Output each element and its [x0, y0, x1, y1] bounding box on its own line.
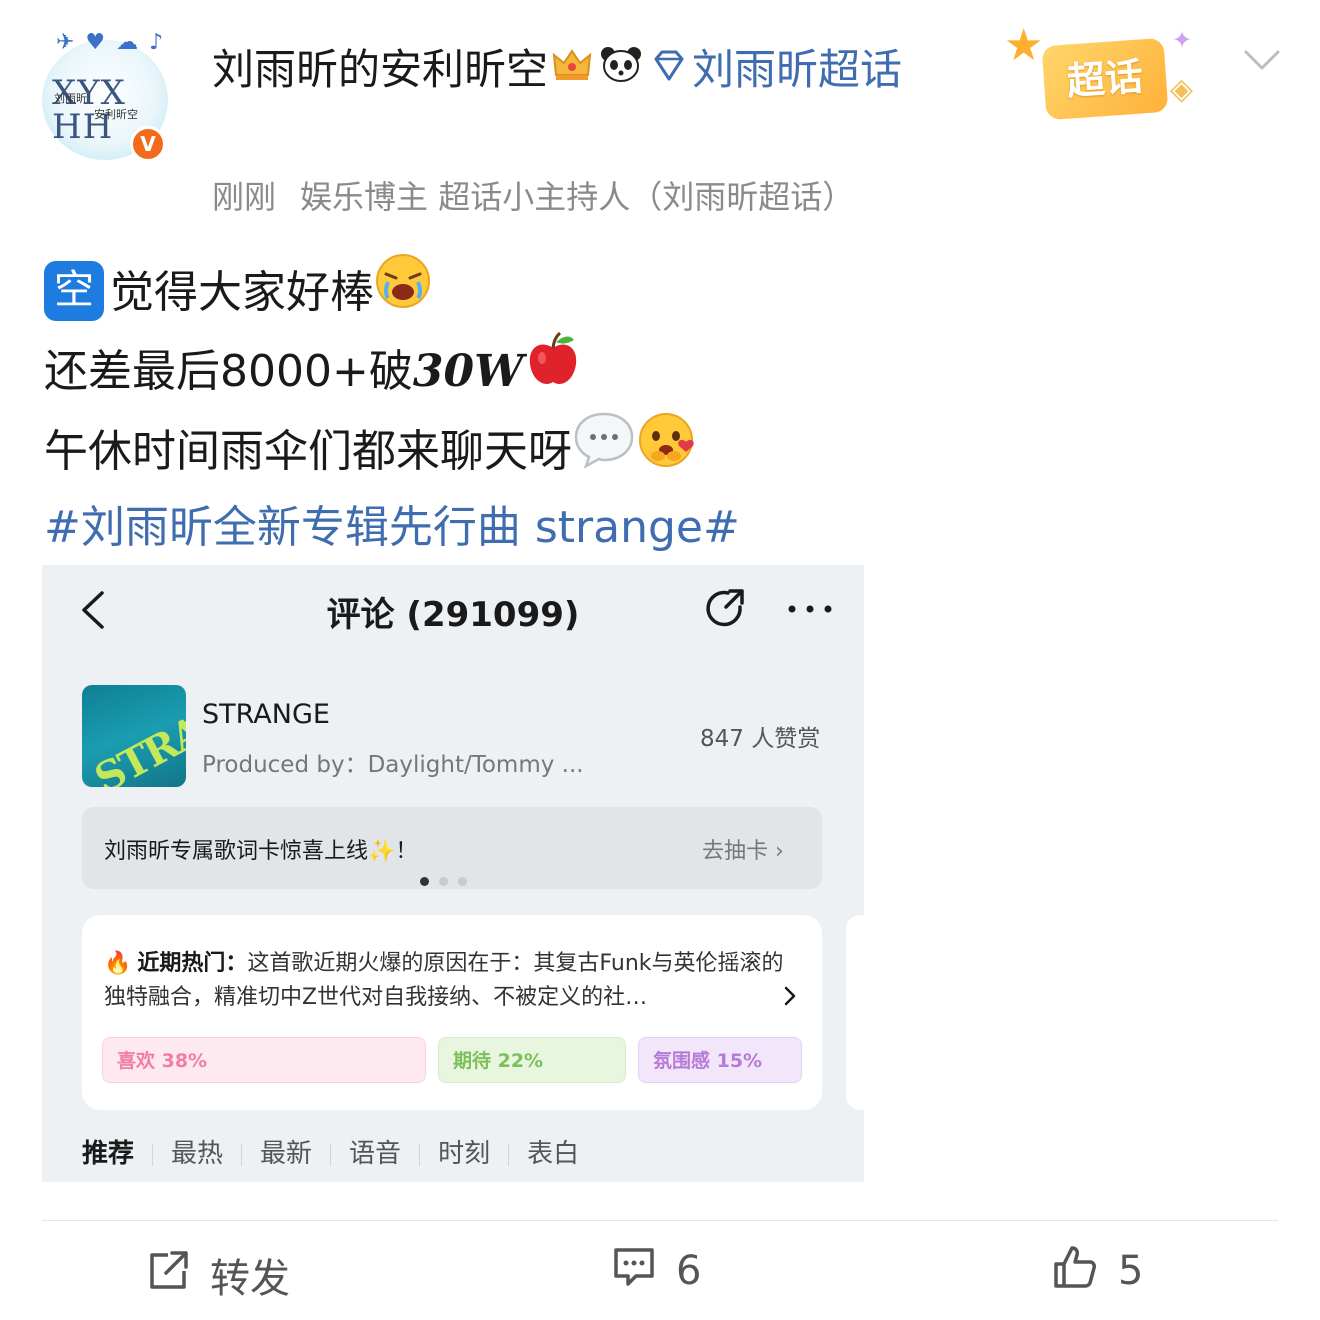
next-card-peek: [846, 915, 864, 1110]
verified-badge-icon: V: [130, 126, 166, 162]
diamond-icon: [650, 41, 688, 105]
like-count: 5: [1118, 1248, 1144, 1294]
avatar-text-sub2: 安利昕空: [94, 108, 138, 121]
carousel-dot: [420, 877, 429, 886]
avatar-decoration: ✈ ♥ ☁ ♪: [56, 30, 166, 55]
sparkle-icon: ✦: [1172, 26, 1193, 54]
comment-icon: [614, 1248, 654, 1286]
carousel-dot: [439, 877, 448, 886]
comment-tab: 语音: [349, 1139, 402, 1169]
hashtag-link[interactable]: #刘雨昕全新专辑先行曲 strange#: [44, 494, 1284, 562]
draw-card-link: 去抽卡 ›: [702, 839, 784, 864]
banner-text-line: 刘雨昕专属歌词卡惊喜上线✨！: [104, 833, 417, 865]
share-icon: [706, 589, 744, 627]
tab-separator: [419, 1143, 421, 1166]
carousel-dot: [458, 877, 467, 886]
carousel-dots: [420, 871, 477, 886]
comment-tab: 最热: [171, 1139, 224, 1169]
divider: [42, 1220, 1278, 1221]
post-text-2: 还差最后8000+破: [44, 346, 413, 397]
comment-tab: 表白: [527, 1139, 580, 1169]
song-producer: Produced by：Daylight/Tommy ...: [202, 752, 584, 778]
comment-tabs: 推荐 最热 最新 语音 时刻 表白: [82, 1133, 579, 1170]
comment-button[interactable]: 6: [612, 1246, 701, 1302]
album-cover: STRANGE: [82, 685, 186, 787]
album-cover-text: STRANGE: [87, 685, 186, 787]
sparkle-icon: ✨: [368, 839, 396, 864]
username[interactable]: 刘雨昕的安利昕空: [212, 45, 548, 94]
banner-text: 刘雨昕专属歌词卡惊喜上线: [104, 839, 369, 864]
repost-label: 转发: [210, 1256, 290, 1302]
supertopic-link[interactable]: 刘雨昕超话: [692, 45, 902, 94]
sentiment-chip-expect: 期待 22%: [438, 1037, 626, 1083]
post-text-1: 觉得大家好棒: [110, 267, 374, 318]
kong-icon: 空: [44, 261, 104, 321]
thumbs-up-icon: [1054, 1246, 1096, 1288]
chevron-right-icon: [784, 986, 796, 1006]
post-meta: 刚刚 娱乐博主 超话小主持人（刘雨昕超话）: [212, 172, 854, 218]
gem-icon: ◈: [1170, 72, 1194, 107]
post-text-3: 午休时间雨伞们都来聊天呀: [44, 426, 572, 477]
like-button[interactable]: 5: [1052, 1246, 1143, 1302]
tab-separator: [330, 1143, 332, 1166]
trending-label: 近期热门：: [137, 951, 248, 976]
comment-tab: 最新: [260, 1139, 313, 1169]
avatar-text-sub1: 刘雨昕: [54, 92, 87, 105]
post-line-1: 空觉得大家好棒: [44, 254, 1284, 334]
lyric-card-banner: 刘雨昕专属歌词卡惊喜上线✨！ 去抽卡 ›: [82, 807, 822, 889]
comment-tab: 推荐: [82, 1139, 135, 1169]
trending-text-block: 🔥 近期热门：这首歌近期火爆的原因在于：其复古Funk与英伦摇滚的独特融合，精准切…: [104, 947, 794, 1015]
star-icon: ★: [1004, 20, 1044, 71]
sentiment-chip-mood: 氛围感 15%: [638, 1037, 802, 1083]
shy-face-icon: [636, 410, 698, 490]
tab-separator: [241, 1143, 243, 1166]
tab-separator: [152, 1143, 154, 1166]
supertopic-badge[interactable]: ★ 超话 ✦ ◈: [1004, 20, 1214, 130]
crying-face-icon: [374, 252, 432, 330]
post-text-2-bold: 30W: [412, 346, 524, 397]
repost-button[interactable]: 转发: [146, 1246, 290, 1302]
song-title: STRANGE: [202, 699, 330, 730]
crown-icon: [552, 41, 592, 105]
post-author-line: 刘雨昕的安利昕空 刘雨昕超话: [212, 38, 932, 105]
trending-card: 🔥 近期热门：这首歌近期火爆的原因在于：其复古Funk与英伦摇滚的独特融合，精准切…: [82, 915, 822, 1110]
comment-tab: 时刻: [438, 1139, 491, 1169]
author-tags: 娱乐博主 超话小主持人（刘雨昕超话）: [300, 178, 855, 216]
repost-icon: [150, 1251, 188, 1289]
sentiment-chip-like: 喜欢 38%: [102, 1037, 426, 1083]
tab-separator: [508, 1143, 510, 1166]
comment-count: 6: [676, 1248, 702, 1294]
apple-icon: [524, 330, 582, 410]
post-line-2: 还差最后8000+破30W: [44, 331, 1284, 414]
speech-bubble-icon: [572, 410, 636, 490]
fire-icon: 🔥: [104, 951, 132, 976]
chevron-down-icon[interactable]: [1240, 40, 1284, 80]
post-line-3: 午休时间雨伞们都来聊天呀: [44, 412, 1284, 494]
panda-icon: [600, 41, 642, 105]
banner-text-suffix: ！: [395, 839, 418, 864]
embedded-screenshot[interactable]: 评论 (291099) STRANGE STRANGE Produced by：…: [42, 565, 864, 1182]
post-content: 空觉得大家好棒 还差最后8000+破30W 午休时间雨伞们都来聊天呀 #刘雨昕全…: [44, 254, 1284, 562]
song-likes: 847 人赞赏: [700, 726, 821, 752]
more-icon: [788, 605, 832, 613]
post-time: 刚刚: [212, 178, 277, 216]
supertopic-badge-label: 超话: [1041, 37, 1169, 121]
